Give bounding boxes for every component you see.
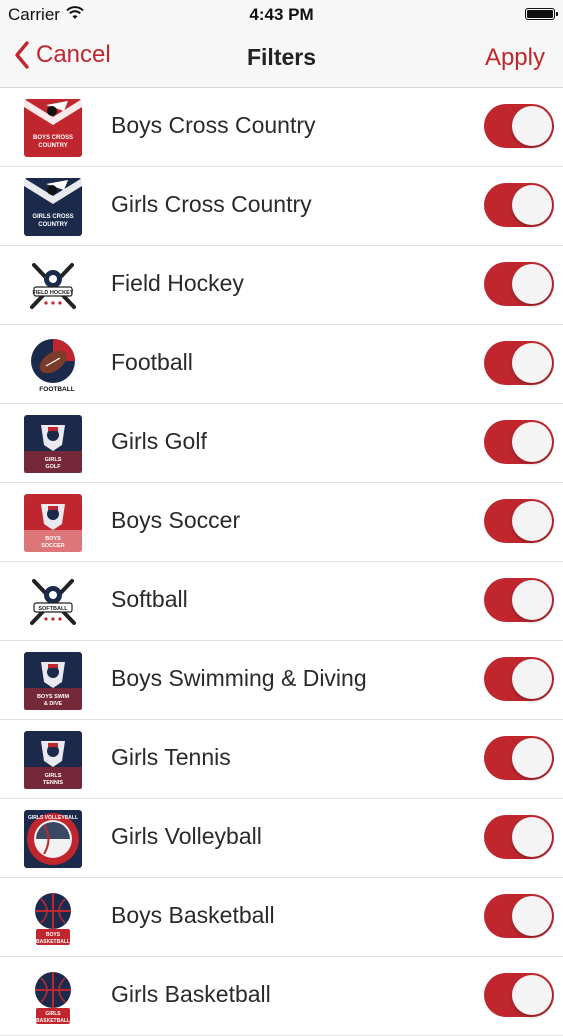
- filter-label: Girls Cross Country: [111, 191, 312, 217]
- filter-label: Field Hockey: [111, 270, 244, 296]
- filter-label: Girls Basketball: [111, 981, 271, 1007]
- girls-volleyball-logo: GIRLS VOLLEYBALL: [24, 810, 82, 868]
- battery-icon: [525, 8, 558, 20]
- filter-row: GIRLS VOLLEYBALL Girls Volleyball: [0, 799, 563, 878]
- sports-filter-list: BOYS CROSS COUNTRY Boys Cross Country GIR…: [0, 88, 563, 1036]
- filter-row: BOYS BASKETBALL Boys Basketball: [0, 878, 563, 957]
- apply-button[interactable]: Apply: [485, 44, 545, 72]
- filter-row: SOFTBALL Softball: [0, 562, 563, 641]
- navigation-bar: Cancel Filters Apply: [0, 30, 563, 88]
- filter-toggle[interactable]: [484, 499, 554, 543]
- filter-label: Boys Basketball: [111, 902, 275, 928]
- toggle-knob: [512, 343, 552, 383]
- filter-label: Softball: [111, 586, 188, 612]
- girls-golf-logo: GIRLS GOLF: [24, 415, 82, 473]
- svg-text:SOCCER: SOCCER: [41, 543, 65, 549]
- girls-basketball-logo: GIRLS BASKETBALL: [24, 968, 82, 1026]
- svg-text:GIRLS: GIRLS: [45, 457, 62, 463]
- boys-cross-country-logo: BOYS CROSS COUNTRY: [24, 99, 82, 157]
- svg-text:GIRLS VOLLEYBALL: GIRLS VOLLEYBALL: [28, 815, 78, 821]
- filter-toggle[interactable]: [484, 736, 554, 780]
- toggle-knob: [512, 422, 552, 462]
- boys-soccer-logo: BOYS SOCCER: [24, 494, 82, 552]
- filter-toggle[interactable]: [484, 894, 554, 938]
- softball-logo: SOFTBALL: [24, 573, 82, 631]
- filter-row: GIRLS GOLF Girls Golf: [0, 404, 563, 483]
- svg-text:GIRLS CROSS: GIRLS CROSS: [32, 214, 73, 220]
- page-title: Filters: [246, 44, 317, 70]
- filter-toggle[interactable]: [484, 341, 554, 385]
- svg-text:TENNIS: TENNIS: [43, 780, 64, 786]
- clock: 4:43 PM: [249, 5, 314, 24]
- status-bar: Carrier 4:43 PM: [0, 0, 563, 30]
- filter-label: Girls Volleyball: [111, 823, 262, 849]
- girls-cross-country-logo: GIRLS CROSS COUNTRY: [24, 178, 82, 236]
- toggle-knob: [512, 659, 552, 699]
- svg-text:GOLF: GOLF: [45, 464, 61, 470]
- boys-basketball-logo: BOYS BASKETBALL: [24, 889, 82, 947]
- toggle-knob: [512, 896, 552, 936]
- field-hockey-logo: FIELD HOCKEY: [24, 257, 82, 315]
- filter-label: Girls Tennis: [111, 744, 231, 770]
- svg-text:COUNTRY: COUNTRY: [38, 143, 67, 149]
- filter-label: Boys Swimming & Diving: [111, 665, 367, 691]
- filter-row: GIRLS CROSS COUNTRY Girls Cross Country: [0, 167, 563, 246]
- football-logo: FOOTBALL: [24, 336, 82, 394]
- svg-text:BOYS: BOYS: [46, 932, 61, 938]
- svg-text:BOYS SWIM: BOYS SWIM: [37, 694, 70, 700]
- girls-tennis-logo: GIRLS TENNIS: [24, 731, 82, 789]
- filter-toggle[interactable]: [484, 104, 554, 148]
- filter-label: Boys Cross Country: [111, 112, 316, 138]
- svg-text:FOOTBALL: FOOTBALL: [39, 386, 74, 393]
- toggle-knob: [512, 580, 552, 620]
- filter-row: BOYS SWIM & DIVE Boys Swimming & Diving: [0, 641, 563, 720]
- toggle-knob: [512, 106, 552, 146]
- svg-text:SOFTBALL: SOFTBALL: [38, 606, 68, 612]
- toggle-knob: [512, 264, 552, 304]
- filter-row: FOOTBALL Football: [0, 325, 563, 404]
- svg-text:BOYS CROSS: BOYS CROSS: [33, 135, 73, 141]
- toggle-knob: [512, 185, 552, 225]
- filter-row: GIRLS BASKETBALL Girls Basketball: [0, 957, 563, 1036]
- filter-row: BOYS CROSS COUNTRY Boys Cross Country: [0, 88, 563, 167]
- filter-toggle[interactable]: [484, 815, 554, 859]
- filter-toggle[interactable]: [484, 973, 554, 1017]
- boys-swim-dive-logo: BOYS SWIM & DIVE: [24, 652, 82, 710]
- toggle-knob: [512, 817, 552, 857]
- svg-text:GIRLS: GIRLS: [45, 773, 62, 779]
- filter-toggle[interactable]: [484, 420, 554, 464]
- filter-toggle[interactable]: [484, 183, 554, 227]
- svg-text:COUNTRY: COUNTRY: [38, 222, 67, 228]
- filter-toggle[interactable]: [484, 657, 554, 701]
- filter-row: GIRLS TENNIS Girls Tennis: [0, 720, 563, 799]
- toggle-knob: [512, 501, 552, 541]
- filter-label: Boys Soccer: [111, 507, 241, 533]
- svg-text:BASKETBALL: BASKETBALL: [36, 939, 70, 945]
- svg-text:BOYS: BOYS: [45, 536, 61, 542]
- filter-row: BOYS SOCCER Boys Soccer: [0, 483, 563, 562]
- svg-text:GIRLS: GIRLS: [45, 1011, 61, 1017]
- filter-toggle[interactable]: [484, 262, 554, 306]
- svg-text:& DIVE: & DIVE: [44, 701, 63, 707]
- filter-row: FIELD HOCKEY Field Hockey: [0, 246, 563, 325]
- filter-toggle[interactable]: [484, 578, 554, 622]
- toggle-knob: [512, 738, 552, 778]
- svg-text:BASKETBALL: BASKETBALL: [36, 1018, 70, 1024]
- svg-text:FIELD HOCKEY: FIELD HOCKEY: [33, 290, 74, 296]
- filter-label: Football: [111, 349, 193, 375]
- toggle-knob: [512, 975, 552, 1015]
- filter-label: Girls Golf: [111, 428, 207, 454]
